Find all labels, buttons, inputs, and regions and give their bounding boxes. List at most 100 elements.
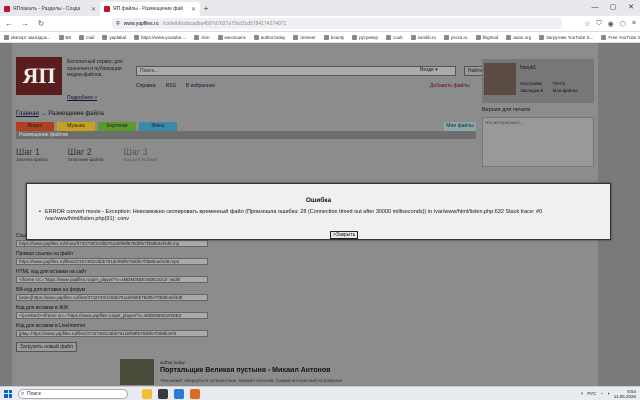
clock[interactable]: 9:54 11.06.2026 bbox=[614, 389, 636, 399]
reload-icon[interactable]: ↻ bbox=[36, 19, 46, 28]
bookmark-item[interactable]: coub bbox=[386, 34, 403, 40]
promo-card[interactable]: author.today Портальщик Великая пустыня … bbox=[120, 357, 420, 385]
bookmark-star-icon[interactable]: ☆ bbox=[584, 20, 590, 28]
settings-link[interactable]: Настройки bbox=[520, 81, 545, 86]
tab-section[interactable]: Музыка bbox=[57, 122, 95, 131]
bookmarks-link[interactable]: Закладки ▾ bbox=[520, 88, 545, 94]
bookmark-item[interactable]: рутрекер bbox=[352, 34, 378, 40]
minimize-button[interactable]: — bbox=[586, 0, 604, 16]
bookmark-label: Free YouTube Shorts ... bbox=[608, 34, 640, 40]
taskbar-search-input[interactable]: Поиск bbox=[18, 388, 128, 399]
wifi-icon[interactable]: ◔ bbox=[600, 391, 603, 396]
bookmark-item[interactable]: yaplakal bbox=[102, 34, 126, 40]
bookmark-label: libgmod bbox=[482, 34, 499, 40]
step-desc: Код для вставки bbox=[123, 157, 158, 162]
bookmark-favicon-icon bbox=[601, 34, 607, 40]
back-arrow-icon[interactable]: ← bbox=[4, 19, 14, 28]
embed-code-field[interactable]: <iframe src="https://www.yapfiles.ru/get… bbox=[16, 276, 208, 283]
shield-toolbar-icon[interactable]: ⛉ bbox=[596, 20, 601, 28]
file-explorer-icon[interactable] bbox=[142, 388, 152, 399]
browser-tab-yaplakal[interactable]: ЯПлакалъ - Разделы - Созда ✕ bbox=[0, 2, 100, 16]
bookmark-item[interactable]: bounty bbox=[323, 34, 345, 40]
embed-code-field[interactable]: [play=https://www.yapfiles.ru/files/3742… bbox=[16, 330, 208, 337]
firefox-icon[interactable] bbox=[190, 388, 200, 399]
close-dialog-button[interactable]: >Закрыть bbox=[330, 231, 359, 239]
extensions-icon[interactable]: ⬡ bbox=[620, 20, 626, 28]
close-tab-icon[interactable]: ✕ bbox=[91, 6, 96, 13]
close-tab-icon[interactable]: ✕ bbox=[191, 6, 196, 13]
bookmark-item[interactable]: Free YouTube Shorts ... bbox=[601, 34, 640, 40]
edge-icon[interactable] bbox=[174, 388, 184, 399]
embed-code-field[interactable]: <lj-embed><iframe src="https://www.yapfi… bbox=[16, 312, 208, 319]
forward-arrow-icon[interactable]: → bbox=[20, 19, 30, 28]
bookmark-label: Импорт закладок... bbox=[11, 34, 51, 40]
upload-new-file-button[interactable]: Загрузить новый файл bbox=[16, 342, 77, 352]
bookmark-item[interactable]: proza.ru bbox=[444, 34, 468, 40]
task-view-icon[interactable] bbox=[158, 388, 168, 399]
search-input[interactable]: Поиск... bbox=[136, 66, 456, 76]
avatar[interactable] bbox=[484, 63, 516, 95]
menu-icon[interactable]: ≡ bbox=[632, 20, 636, 28]
bookmark-item[interactable]: Загрузчик YouTube S... bbox=[539, 34, 594, 40]
more-link[interactable]: Подробнее » bbox=[67, 95, 97, 101]
tab-section[interactable]: Флеш bbox=[139, 122, 177, 131]
bookmark-item[interactable]: https://www.youtube.... bbox=[133, 34, 186, 40]
bookmark-item[interactable]: кинопоиск bbox=[217, 34, 246, 40]
search-scope-select[interactable]: Везде ▾ bbox=[420, 67, 438, 73]
chevron-up-icon[interactable]: ˄ bbox=[581, 391, 584, 396]
bookmark-label: Загрузчик YouTube S... bbox=[546, 34, 594, 40]
close-window-button[interactable]: ✕ bbox=[622, 0, 640, 16]
tab-section[interactable]: Картинки bbox=[98, 122, 136, 131]
window-controls: — ▢ ✕ bbox=[586, 0, 640, 16]
embed-code-field[interactable]: [video]https://www.yapfiles.ru/files/374… bbox=[16, 294, 208, 301]
bookmark-label: yaplakal bbox=[109, 34, 126, 40]
address-bar[interactable]: ⛨ www.yapfiles.ru/code/b6cdacadba4597d78… bbox=[112, 18, 562, 29]
bookmark-item[interactable]: autor.org bbox=[506, 34, 531, 40]
embed-code-field[interactable]: https://www.yapfiles.ru/files/3742740/2c… bbox=[16, 258, 208, 265]
bookmark-favicon-icon bbox=[444, 34, 450, 40]
breadcrumb-home[interactable]: Главная bbox=[16, 111, 39, 117]
toolbar-icons: ☆ ⛉ ◉ ⬡ ≡ bbox=[584, 20, 636, 28]
yaplakal-favicon-icon bbox=[4, 6, 10, 12]
step-3: Шаг 3 Код для вставки bbox=[124, 147, 158, 162]
username-link[interactable]: havuk1 bbox=[520, 65, 536, 71]
rss-link[interactable]: RSS bbox=[166, 83, 176, 89]
bookmark-item[interactable]: slon bbox=[194, 34, 210, 40]
bookmark-item[interactable]: samlib.ru bbox=[410, 34, 437, 40]
bookmark-favicon-icon bbox=[194, 34, 200, 40]
language-indicator[interactable]: РУС bbox=[587, 391, 596, 396]
bookmark-label: bounty bbox=[330, 34, 345, 40]
embed-code-field[interactable]: https://www.yapfiles.ru/show/3742740/2c5… bbox=[16, 240, 208, 247]
promo-thumbnail[interactable] bbox=[120, 359, 154, 385]
print-version-link[interactable]: Версия для печати bbox=[482, 107, 594, 113]
my-files-link[interactable]: Мои файлы bbox=[553, 88, 578, 94]
bookmark-favicon-icon bbox=[323, 34, 329, 40]
bookmark-item[interactable]: mail bbox=[79, 34, 94, 40]
account-icon[interactable]: ◉ bbox=[608, 20, 614, 28]
maximize-button[interactable]: ▢ bbox=[604, 0, 622, 16]
site-logo[interactable]: ЯП bbox=[16, 57, 62, 95]
error-dialog: Ошибка ERROR convert movie - Exception: … bbox=[26, 183, 611, 240]
bookmark-item[interactable]: nnmeer bbox=[293, 34, 316, 40]
url-domain: www.yapfiles.ru bbox=[123, 20, 159, 27]
browser-tab-yapfiles[interactable]: ЯП файлы - Размещение фай ✕ bbox=[100, 2, 200, 16]
bookmark-favicon-icon bbox=[410, 34, 416, 40]
bookmark-item[interactable]: Импорт закладок... bbox=[4, 34, 51, 40]
mail-link[interactable]: Почта bbox=[553, 81, 578, 86]
speaker-icon[interactable]: ◖ bbox=[607, 391, 610, 396]
bookmark-label: slon bbox=[201, 34, 210, 40]
bookmark-item[interactable]: libgmod bbox=[475, 34, 499, 40]
new-tab-button[interactable]: + bbox=[200, 2, 212, 16]
tab-my-files[interactable]: Мои файлы bbox=[444, 122, 476, 131]
bookmark-label: кинопоиск bbox=[224, 34, 246, 40]
section-header: Размещение файлов bbox=[16, 131, 476, 139]
bookmark-label: samlib.ru bbox=[417, 34, 437, 40]
favorites-link[interactable]: В избранное bbox=[186, 83, 215, 89]
bookmark-item[interactable]: ВК bbox=[58, 34, 71, 40]
bookmark-item[interactable]: author.today bbox=[253, 34, 285, 40]
help-link[interactable]: Справка bbox=[136, 83, 156, 89]
add-files-link[interactable]: Добавить файлы bbox=[430, 83, 470, 89]
promo-title[interactable]: Портальщик Великая пустыня - Михаил Анто… bbox=[160, 367, 330, 374]
windows-start-icon[interactable] bbox=[4, 389, 12, 398]
tab-section[interactable]: Видео bbox=[16, 122, 54, 131]
